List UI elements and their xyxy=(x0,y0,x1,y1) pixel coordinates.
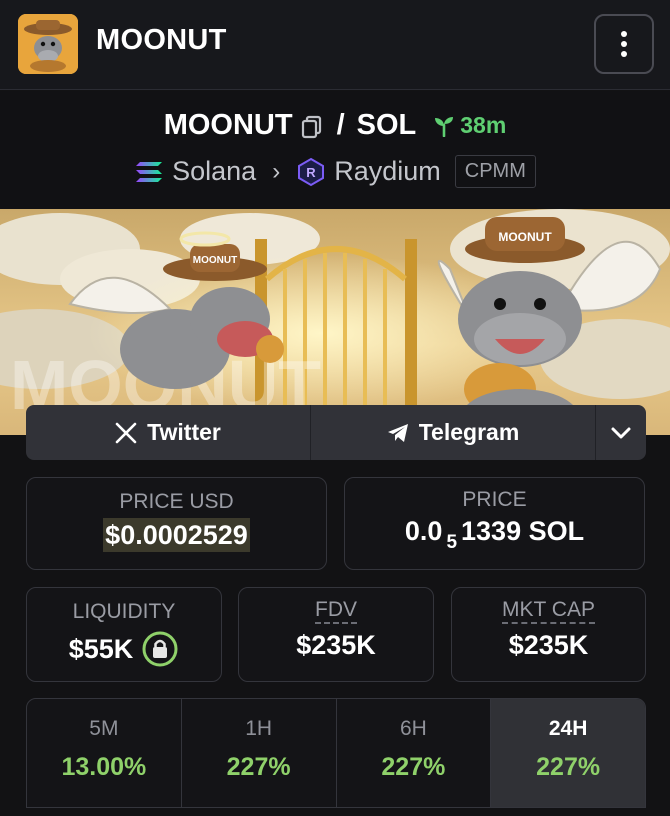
tab-label: 24H xyxy=(548,717,588,740)
mktcap-label[interactable]: MKT CAP xyxy=(502,598,595,624)
age-value: 38m xyxy=(460,112,507,138)
pair-age: 38m xyxy=(432,112,506,139)
kebab-menu-icon xyxy=(621,31,627,37)
price-usd-value: $0.0002529 xyxy=(103,518,250,552)
mktcap-value: $235K xyxy=(508,630,589,660)
chain-name[interactable]: Solana xyxy=(172,156,256,187)
copy-icon[interactable] xyxy=(301,114,323,138)
left-hat-text: MOONUT xyxy=(193,255,237,266)
fdv-label[interactable]: FDV xyxy=(315,598,357,624)
chevron-down-icon xyxy=(611,427,631,438)
social-links: Twitter Telegram xyxy=(26,405,646,460)
tab-label: 5M xyxy=(89,717,119,740)
right-hat-text: MOONUT xyxy=(498,230,552,244)
tab-change-value: 227% xyxy=(536,753,601,781)
tab-change-value: 13.00% xyxy=(61,753,147,781)
tab-6h[interactable]: 6H 227% xyxy=(337,699,492,807)
raydium-icon: R xyxy=(298,157,325,186)
menu-button[interactable] xyxy=(594,14,654,74)
twitter-button[interactable]: Twitter xyxy=(26,405,311,460)
telegram-button[interactable]: Telegram xyxy=(311,405,596,460)
liquidity-label: LIQUIDITY xyxy=(72,600,176,623)
svg-text:R: R xyxy=(307,165,317,180)
tab-change-value: 227% xyxy=(381,753,446,781)
price-usd-label: PRICE USD xyxy=(119,490,234,513)
more-socials-button[interactable] xyxy=(596,405,646,460)
mktcap-card: MKT CAP $235K xyxy=(451,587,646,682)
quote-token: SOL xyxy=(356,109,417,141)
pair-separator: / xyxy=(336,109,345,141)
banner-image: MOONUT MOONUT MOONUT xyxy=(0,209,670,435)
token-logo[interactable] xyxy=(18,14,78,74)
tab-1h[interactable]: 1H 227% xyxy=(182,699,337,807)
twitter-label: Twitter xyxy=(147,419,221,445)
x-logo-icon xyxy=(115,422,137,443)
price-native-card: PRICE 0.0 5 1339 SOL xyxy=(344,477,645,570)
lock-icon[interactable] xyxy=(141,630,179,668)
price-native-label: PRICE xyxy=(462,488,527,511)
fdv-card: FDV $235K xyxy=(238,587,434,682)
tab-5m[interactable]: 5M 13.00% xyxy=(27,699,182,807)
pair-title: MOONUT / SOL 38m xyxy=(0,109,670,142)
top-bar: MOONUT xyxy=(0,0,670,90)
price-usd-card: PRICE USD $0.0002529 xyxy=(26,477,327,570)
dex-name[interactable]: Raydium xyxy=(334,156,441,187)
solana-icon xyxy=(136,161,163,182)
hippo-cowboy-logo-icon xyxy=(18,14,78,74)
chevron-right-icon: › xyxy=(272,157,281,185)
sprout-icon xyxy=(435,116,454,137)
fdv-value: $235K xyxy=(296,630,376,660)
pair-section: MOONUT / SOL 38m Solana › R Raydium CPMM xyxy=(0,91,670,209)
liquidity-card: LIQUIDITY $55K xyxy=(26,587,222,682)
tab-24h[interactable]: 24H 227% xyxy=(491,699,645,807)
tab-label: 6H xyxy=(399,717,427,740)
liquidity-value: $55K xyxy=(68,633,134,664)
price-native-value: 0.0 5 1339 SOL xyxy=(404,516,585,553)
price-change-tabs: 5M 13.00% 1H 227% 6H 227% 24H 227% xyxy=(26,698,646,808)
app-title: MOONUT xyxy=(96,24,227,56)
tab-change-value: 227% xyxy=(226,753,291,781)
token-banner: MOONUT MOONUT MOONUT xyxy=(0,209,670,435)
pool-type-badge: CPMM xyxy=(454,155,536,188)
telegram-label: Telegram xyxy=(418,419,520,445)
tab-label: 1H xyxy=(245,717,273,740)
telegram-icon xyxy=(387,423,408,442)
base-token: MOONUT xyxy=(163,109,293,141)
chain-line: Solana › R Raydium CPMM xyxy=(0,155,670,188)
